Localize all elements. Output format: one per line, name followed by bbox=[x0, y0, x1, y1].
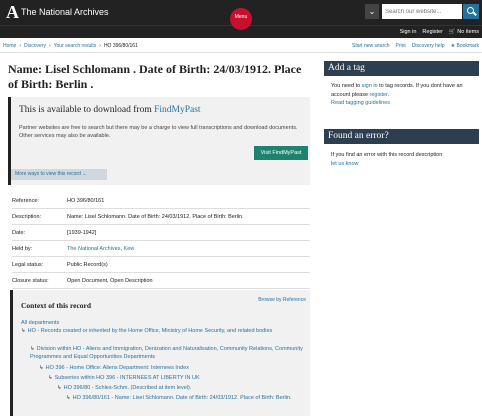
held-by-label: Held by: bbox=[12, 245, 33, 252]
discovery-help-link[interactable]: Discovery help bbox=[412, 43, 445, 49]
tree-branch-icon: ↳ bbox=[30, 346, 35, 352]
description-label: Description: bbox=[12, 213, 42, 220]
breadcrumb-separator: › bbox=[48, 43, 51, 49]
error-text: If you find an error with this record de… bbox=[331, 152, 443, 158]
browse-by-reference-link[interactable]: Browse by Reference bbox=[258, 297, 306, 303]
menu-button[interactable]: Menu bbox=[230, 8, 252, 30]
breadcrumb-current: HO 396/80/161 bbox=[103, 43, 138, 49]
star-icon: ★ bbox=[450, 43, 456, 49]
tagging-guidelines-link[interactable]: Read tagging guidelines bbox=[331, 100, 390, 106]
table-row: Closure status: Open Document, Open Desc… bbox=[12, 273, 310, 289]
context-heading: Context of this record bbox=[21, 301, 92, 310]
logo-text: The National Archives bbox=[21, 7, 109, 17]
tree-branch-icon: ↳ bbox=[48, 375, 53, 381]
breadcrumb-discovery[interactable]: Discovery bbox=[24, 43, 46, 49]
chevron-down-icon: ⌄ bbox=[82, 171, 87, 177]
breadcrumb-separator: › bbox=[19, 43, 22, 49]
download-heading-text: This is available to download from bbox=[19, 105, 155, 115]
sign-in-link[interactable]: Sign in bbox=[400, 29, 417, 35]
register-link[interactable]: Register bbox=[422, 29, 442, 35]
record-details: Reference: HO 396/80/161 Description: Na… bbox=[12, 193, 310, 289]
context-item[interactable]: ↳ HO 396/80 - Schles-Schm. (Described at … bbox=[57, 385, 306, 393]
tag-text-a: You need to bbox=[331, 83, 362, 89]
description-value: Name: Lisel Schlomann. Date of Birth: 24… bbox=[67, 213, 244, 220]
context-item-label: Subseries within HO 396 - INTERNEES AT L… bbox=[54, 375, 200, 381]
tree-branch-icon: ↳ bbox=[39, 365, 44, 371]
breadcrumb-home[interactable]: Home bbox=[3, 43, 16, 49]
visit-findmypast-button[interactable]: Visit FindMyPast bbox=[254, 146, 308, 160]
basket-label: No items bbox=[457, 29, 479, 35]
breadcrumb-bar: Home › Discovery › Your search results › HO… bbox=[0, 40, 482, 53]
date-label: Date: bbox=[12, 229, 26, 236]
more-ways-toggle[interactable]: More ways to view this record ⌄ bbox=[11, 169, 107, 180]
context-item[interactable]: All departments bbox=[21, 320, 306, 328]
found-error-heading: Found an error? bbox=[324, 129, 479, 144]
add-tag-heading: Add a tag bbox=[324, 61, 479, 76]
page-title: Name: Lisel Schlomann . Date of Birth: 2… bbox=[8, 62, 302, 91]
bookmark-link[interactable]: ★ Bookmark bbox=[451, 43, 479, 49]
download-text: Partner websites are free to search but … bbox=[19, 125, 298, 139]
context-item[interactable]: ↳ Subseries within HO 396 - INTERNEES AT … bbox=[48, 375, 306, 383]
tree-branch-icon: ↳ bbox=[66, 395, 71, 401]
context-item[interactable]: ↳ HO 396 - Home Office: Aliens Department… bbox=[39, 365, 306, 373]
context-panel: Context of this record Browse by Referen… bbox=[10, 290, 310, 416]
context-item[interactable]: ↳ HO 396/80/161 - Name: Lisel Schlomann. … bbox=[66, 395, 302, 403]
record-main: Name: Lisel Schlomann . Date of Birth: 2… bbox=[8, 62, 313, 92]
table-row: Date: [1939-1942] bbox=[12, 225, 310, 241]
found-error-text: If you find an error with this record de… bbox=[331, 151, 476, 168]
new-search-link[interactable]: Start new search bbox=[352, 43, 390, 49]
held-by-link[interactable]: The National Archives, Kew bbox=[67, 246, 134, 252]
date-value: [1939-1942] bbox=[67, 229, 97, 236]
closure-status-label: Closure status: bbox=[12, 277, 49, 284]
table-row: Reference: HO 396/80/161 bbox=[12, 193, 310, 209]
tag-register-link[interactable]: register bbox=[370, 92, 388, 98]
context-item[interactable]: ↳ Division within HO - Aliens and Immigra… bbox=[30, 346, 306, 361]
legal-status-value: Public Record(s) bbox=[67, 261, 108, 268]
context-item-label: HO 396/80/161 - Name: Lisel Schlomann. D… bbox=[72, 395, 292, 401]
tree-branch-icon: ↳ bbox=[21, 328, 26, 334]
context-item-label: HO 396 - Home Office: Aliens Department:… bbox=[45, 365, 189, 371]
reference-value: HO 396/80/161 bbox=[67, 197, 105, 204]
page-tools: Start new search Print Discovery help ★ … bbox=[352, 43, 479, 49]
findmypast-link[interactable]: FindMyPast bbox=[154, 105, 200, 115]
let-us-know-link[interactable]: let us know bbox=[331, 161, 359, 167]
table-row: Legal status: Public Record(s) bbox=[12, 257, 310, 273]
table-row: Held by: The National Archives, Kew bbox=[12, 241, 310, 257]
context-item-label: HO 396/80 - Schles-Schm. (Described at i… bbox=[63, 385, 192, 391]
breadcrumb-separator: › bbox=[99, 43, 101, 49]
add-tag-text: You need to sign in to tag records. If y… bbox=[331, 82, 476, 108]
context-item-label: HO - Records created or inherited by the… bbox=[27, 328, 273, 334]
bookmark-label: Bookmark bbox=[456, 43, 479, 49]
held-by-value: The National Archives, Kew bbox=[67, 246, 134, 252]
national-archives-logo[interactable]: A The National Archives bbox=[6, 3, 109, 21]
tag-sign-in-link[interactable]: sign in bbox=[362, 83, 378, 89]
basket-link[interactable]: 🛒 No items bbox=[449, 29, 479, 35]
context-item-label: All departments bbox=[21, 320, 60, 326]
chevron-down-icon[interactable]: ⌄ bbox=[365, 4, 379, 19]
print-link[interactable]: Print bbox=[396, 43, 406, 49]
search-input[interactable] bbox=[382, 4, 462, 19]
basket-icon: 🛒 bbox=[448, 29, 456, 35]
download-heading: This is available to download from FindM… bbox=[19, 105, 201, 115]
context-item-label: Division within HO - Aliens and Immigrat… bbox=[30, 346, 303, 360]
more-ways-label: More ways to view this record bbox=[15, 171, 81, 177]
tree-branch-icon: ↳ bbox=[57, 385, 62, 391]
legal-status-label: Legal status: bbox=[12, 261, 44, 268]
table-row: Description: Name: Lisel Schlomann. Date… bbox=[12, 209, 310, 225]
download-panel: This is available to download from FindM… bbox=[8, 97, 310, 185]
closure-status-value: Open Document, Open Description bbox=[67, 277, 153, 284]
logo-mark: A bbox=[6, 2, 19, 22]
tag-text-c: . bbox=[387, 91, 390, 98]
context-item[interactable]: ↳ HO - Records created or inherited by th… bbox=[21, 328, 306, 336]
breadcrumb: Home › Discovery › Your search results › HO… bbox=[3, 43, 138, 49]
reference-label: Reference: bbox=[12, 197, 39, 204]
breadcrumb-search-results[interactable]: Your search results bbox=[54, 43, 97, 49]
menu-label: Menu bbox=[234, 14, 248, 20]
search-button[interactable] bbox=[463, 4, 479, 19]
